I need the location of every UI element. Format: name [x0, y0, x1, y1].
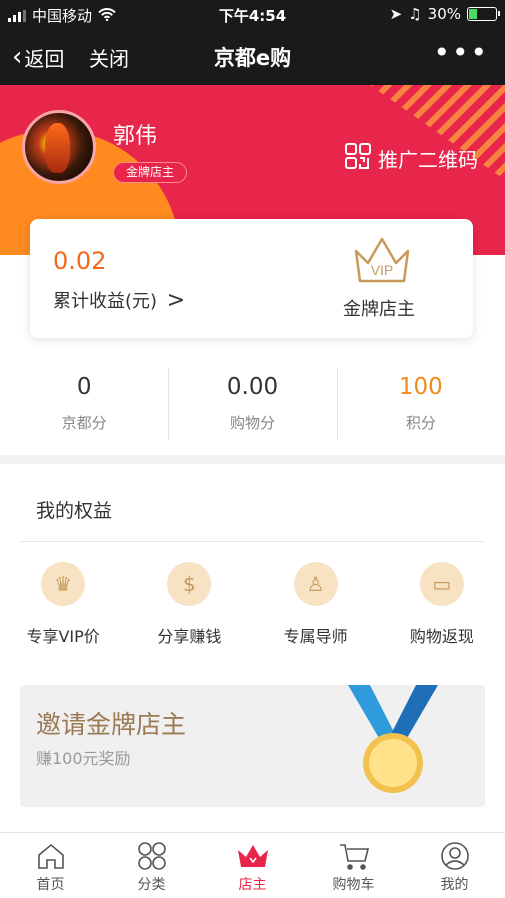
benefit-share-earn[interactable]: $ 分享赚钱: [129, 562, 249, 647]
benefit-cashback[interactable]: ▭ 购物返现: [382, 562, 502, 647]
invite-banner[interactable]: 邀请金牌店主 赚100元奖励: [20, 685, 485, 807]
stat-shopping[interactable]: 0.00 购物分: [168, 360, 336, 445]
nav-bar: ‹ 返回 关闭 京都e购 •••: [0, 28, 505, 85]
tab-label: 购物车: [332, 877, 375, 893]
benefit-label: 专属导师: [283, 627, 348, 646]
benefits-grid: ♛ 专享VIP价 $ 分享赚钱 ♙ 专属导师 ▭ 购物返现: [0, 562, 505, 647]
battery-icon: [467, 7, 500, 21]
points-summary: 0 京都分 0.00 购物分 100 积分: [0, 360, 505, 445]
dollar-icon: $: [167, 562, 212, 606]
stat-value: 0: [76, 374, 92, 400]
home-icon: [0, 838, 101, 874]
tab-label: 我的: [440, 877, 469, 893]
tab-label: 分类: [137, 877, 166, 893]
earnings-link[interactable]: 累计收益(元) >: [53, 287, 185, 313]
tier-label: 金牌店主: [343, 299, 415, 320]
tab-bar: 首页 分类 店主 购物车 我的: [0, 832, 505, 898]
wallet-icon: ▭: [419, 562, 464, 606]
tab-profile[interactable]: 我的: [404, 833, 505, 898]
stat-label: 购物分: [229, 414, 275, 432]
tab-label: 首页: [36, 877, 65, 893]
battery-percent: 30%: [427, 5, 461, 23]
headphones-icon: ♫: [408, 5, 422, 23]
qr-code-icon: [344, 142, 372, 175]
tab-category[interactable]: 分类: [101, 833, 202, 898]
benefit-vip-price[interactable]: ♛ 专享VIP价: [3, 562, 123, 647]
qr-label: 推广二维码: [378, 148, 478, 172]
stat-jingdu[interactable]: 0 京都分: [0, 360, 168, 445]
tab-label: 店主: [238, 877, 267, 893]
benefit-label: 专享VIP价: [26, 627, 100, 646]
benefit-label: 分享赚钱: [157, 627, 222, 646]
stat-label: 积分: [405, 414, 436, 432]
divider: [20, 541, 484, 542]
section-divider: [0, 455, 505, 464]
tab-home[interactable]: 首页: [0, 833, 101, 898]
earnings-card: 0.02 累计收益(元) > VIP 金牌店主: [30, 219, 473, 338]
tab-cart[interactable]: 购物车: [303, 833, 404, 898]
location-icon: ➤: [389, 5, 403, 23]
cart-icon: [303, 838, 404, 874]
stat-points[interactable]: 100 积分: [336, 360, 505, 445]
crown-icon: ♛: [41, 562, 86, 606]
arrow-right-icon: >: [166, 288, 186, 313]
avatar[interactable]: [22, 110, 96, 184]
stat-label: 京都分: [61, 414, 107, 432]
page-title: 京都e购: [213, 46, 292, 70]
vip-crown-icon: VIP: [354, 237, 410, 283]
shop-owner-icon: [202, 838, 303, 874]
promo-qr-button[interactable]: 推广二维码: [344, 142, 478, 175]
earnings-label: 累计收益(元): [53, 291, 158, 312]
member-badge: 金牌店主: [113, 162, 188, 183]
vip-text: VIP: [371, 262, 394, 278]
invite-subtitle: 赚100元奖励: [36, 749, 131, 768]
tab-shop-owner[interactable]: 店主: [202, 833, 303, 898]
more-icon[interactable]: •••: [433, 36, 489, 69]
benefits-title: 我的权益: [36, 500, 113, 522]
invite-title: 邀请金牌店主: [36, 710, 187, 739]
medal-icon: [348, 685, 438, 793]
earnings-amount: 0.02: [53, 247, 107, 275]
status-bar: 中国移动 下午4:54 ➤ ♫ 30%: [0, 0, 505, 28]
user-name: 郭伟: [113, 124, 158, 149]
category-icon: [101, 838, 202, 874]
stat-value: 0.00: [226, 374, 279, 400]
benefit-mentor[interactable]: ♙ 专属导师: [256, 562, 376, 647]
stat-value: 100: [398, 374, 443, 400]
profile-icon: [404, 838, 505, 874]
benefit-label: 购物返现: [409, 627, 474, 646]
mentor-icon: ♙: [293, 562, 338, 606]
